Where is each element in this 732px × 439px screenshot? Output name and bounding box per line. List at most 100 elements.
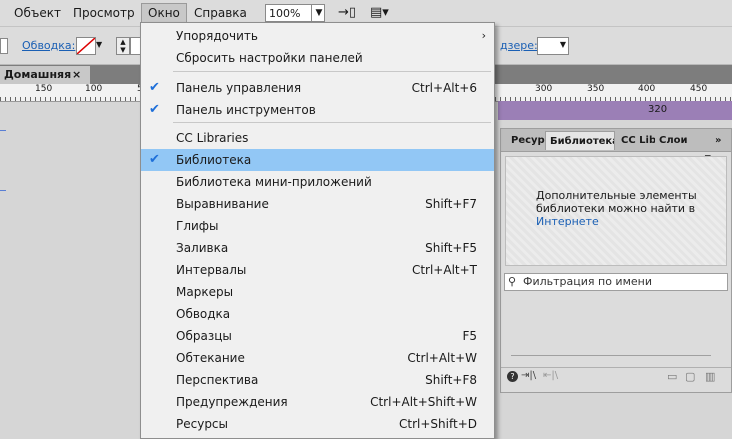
chevron-down-icon: ▼: [559, 40, 566, 49]
ruler-tick: [45, 97, 46, 101]
right-control-select[interactable]: ▼: [537, 37, 569, 55]
zoom-value: 100%: [269, 7, 301, 20]
menu-item-shortcut: Shift+F5: [425, 241, 477, 255]
close-icon[interactable]: ×: [72, 66, 81, 84]
menu-item[interactable]: Ресурсы Ctrl+Shift+D: [141, 413, 494, 435]
menu-view[interactable]: Просмотр: [67, 4, 141, 22]
menu-item-label: Интервалы: [176, 263, 247, 277]
menu-item[interactable]: Выравнивание Shift+F7: [141, 193, 494, 215]
ruler-label: 450: [690, 84, 708, 94]
ruler-tick: [70, 97, 71, 101]
tab-library[interactable]: Библиотека: [545, 131, 615, 150]
chevron-down-icon[interactable]: ▼: [311, 4, 326, 22]
menu-item[interactable]: Обводка: [141, 303, 494, 325]
export-icon[interactable]: →▯: [338, 5, 356, 20]
menu-item-label: Глифы: [176, 219, 219, 233]
menu-item-label: Обводка: [176, 307, 231, 321]
menu-item-label: Панель управления: [176, 81, 302, 95]
menu-item-label: Образцы: [176, 329, 232, 343]
menu-item-label: Обтекание: [176, 351, 245, 365]
trash-icon[interactable]: ▥: [705, 370, 715, 383]
menu-item-label: Упорядочить: [176, 29, 258, 43]
ruler-tick: [0, 97, 1, 101]
ruler-tick: [135, 97, 136, 101]
menu-item-label: Библиотека мини-приложений: [176, 175, 372, 189]
menu-item-label: CC Libraries: [176, 131, 249, 145]
window-menu-dropdown: Упорядочить › Сбросить настройки панелей ✔ П…: [140, 22, 495, 439]
menu-item[interactable]: Маркеры: [141, 281, 494, 303]
ruler-tick: [50, 97, 51, 101]
help-icon[interactable]: ?: [507, 371, 518, 382]
ruler-tick: [95, 97, 96, 101]
menu-item[interactable]: Образцы F5: [141, 325, 494, 347]
ruler-tick: [40, 97, 41, 101]
guide-mark: [0, 190, 6, 191]
menu-item[interactable]: Заливка Shift+F5: [141, 237, 494, 259]
menu-window[interactable]: Окно: [141, 3, 187, 23]
insert-icon[interactable]: ⇥|\: [521, 370, 536, 381]
menu-item[interactable]: ✔ Панель инструментов: [141, 99, 494, 121]
menu-item[interactable]: ✔ Панель управления Ctrl+Alt+6: [141, 77, 494, 99]
tab-layers[interactable]: Слои: [655, 131, 689, 150]
menu-item-label: Сбросить настройки панелей: [176, 51, 363, 65]
ruler-tick: [55, 97, 56, 101]
ruler-tick: [35, 97, 36, 101]
menu-item-shortcut: Shift+F8: [425, 373, 477, 387]
menu-item[interactable]: Сбросить настройки панелей: [141, 47, 494, 69]
ruler-tick: [105, 97, 106, 101]
menu-item[interactable]: Предупреждения Ctrl+Alt+Shift+W: [141, 391, 494, 413]
menu-item-shortcut: Shift+F7: [425, 197, 477, 211]
menu-item[interactable]: Интервалы Ctrl+Alt+T: [141, 259, 494, 281]
update-icon[interactable]: ⇤|\: [543, 370, 558, 381]
tab-cc-libraries[interactable]: CC Libr: [617, 131, 655, 150]
ruler-label: 300: [535, 84, 553, 94]
ruler-tick: [80, 97, 81, 101]
right-control-label[interactable]: дзере:: [500, 39, 538, 52]
menu-item[interactable]: ✔ Библиотека: [141, 149, 494, 171]
search-icon: ⚲: [508, 275, 517, 288]
menu-item[interactable]: Глифы: [141, 215, 494, 237]
chevron-down-icon[interactable]: ▼: [96, 40, 102, 49]
frame-icon[interactable]: ▤▾: [370, 5, 389, 20]
control-field-edge[interactable]: [0, 38, 8, 54]
library-panel: Ресурс Библиотека CC Libr Слои » ≡ Допол…: [500, 128, 732, 393]
internet-link[interactable]: Интернете: [536, 215, 599, 228]
menu-item[interactable]: CC Libraries: [141, 127, 494, 149]
tab-resources[interactable]: Ресурс: [507, 131, 547, 150]
ruler-label: 350: [587, 84, 605, 94]
ruler-tick: [10, 97, 11, 101]
stepper-icon[interactable]: ▲ ▼: [116, 37, 130, 55]
stroke-label[interactable]: Обводка:: [22, 39, 75, 52]
stroke-swatch[interactable]: [76, 37, 96, 55]
menu-item-label: Ресурсы: [176, 417, 229, 431]
menu-item[interactable]: Обтекание Ctrl+Alt+W: [141, 347, 494, 369]
menu-item-label: Перспектива: [176, 373, 259, 387]
checkmark-icon: ✔: [149, 152, 160, 167]
menu-help[interactable]: Справка: [188, 4, 253, 22]
filter-input[interactable]: ⚲ Фильтрация по имени: [504, 273, 728, 291]
panel-more-icon[interactable]: »: [711, 131, 731, 150]
menu-separator: [173, 122, 491, 123]
menu-item[interactable]: Библиотека мини-приложений: [141, 171, 494, 193]
panel-tabs: Ресурс Библиотека CC Libr Слои »: [501, 129, 731, 152]
checkmark-icon: ✔: [149, 102, 160, 117]
menu-item-label: Предупреждения: [176, 395, 288, 409]
menu-object[interactable]: Объект: [8, 4, 67, 22]
menu-item[interactable]: Перспектива Shift+F8: [141, 369, 494, 391]
ruler-tick: [25, 97, 26, 101]
ruler-tick: [75, 97, 76, 101]
document-tab[interactable]: Домашняя ×: [0, 66, 90, 84]
panel-footer: ? ⇥|\ ⇤|\ ▭ ▢ ▥: [501, 367, 731, 390]
menu-item-shortcut: Ctrl+Alt+Shift+W: [370, 395, 477, 409]
ruler-label: 150: [35, 84, 53, 94]
new-folder-icon[interactable]: ▭: [667, 370, 677, 383]
menu-item-label: Библиотека: [176, 153, 252, 167]
menu-item-shortcut: F5: [462, 329, 477, 343]
ruler-tick: [60, 97, 61, 101]
menu-item[interactable]: Упорядочить ›: [141, 25, 494, 47]
new-item-icon[interactable]: ▢: [685, 370, 695, 383]
ruler-tick: [15, 97, 16, 101]
ruler-tick: [100, 97, 101, 101]
menu-item-shortcut: Ctrl+Alt+T: [411, 263, 477, 277]
library-message-text: Дополнительные элементы библиотеки можно…: [536, 189, 697, 215]
